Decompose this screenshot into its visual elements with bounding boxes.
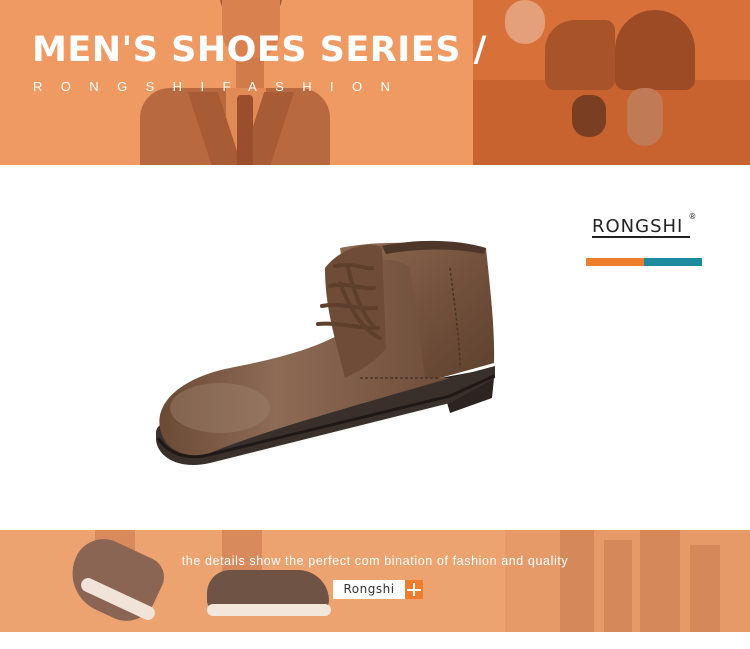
brand-logo: RONGSHI ® <box>592 212 696 237</box>
brand-logo-text: RONGSHI <box>592 216 684 237</box>
footer-tagline: the details show the perfect com binatio… <box>181 554 569 568</box>
accent-bar-teal <box>644 258 702 266</box>
registered-mark-icon: ® <box>688 212 698 221</box>
bottom-banner: the details show the perfect com binatio… <box>0 530 750 632</box>
plus-icon <box>405 580 423 599</box>
product-boot-image <box>156 240 495 466</box>
logo-underline <box>592 236 690 238</box>
accent-bar-orange <box>586 258 644 266</box>
brand-chip-button[interactable]: Rongshi <box>333 580 423 599</box>
page-title: MEN'S SHOES SERIES / <box>32 30 487 70</box>
brand-chip-label: Rongshi <box>343 582 395 596</box>
brand-subtitle: RONGSHIFASHION <box>33 79 409 94</box>
top-banner: MEN'S SHOES SERIES / RONGSHIFASHION <box>0 0 750 165</box>
